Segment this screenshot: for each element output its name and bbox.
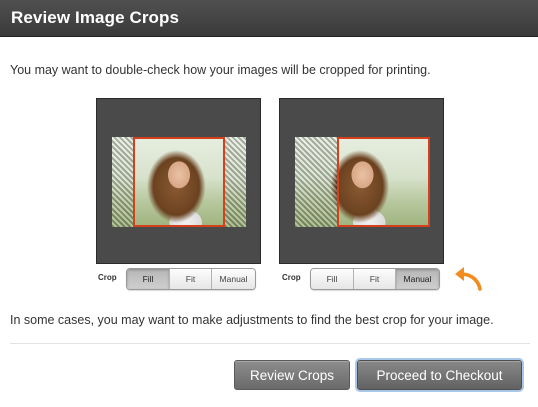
crop-label: Crop (282, 273, 301, 282)
cropped-area-left (112, 137, 133, 227)
proceed-to-checkout-button[interactable]: Proceed to Checkout (357, 360, 522, 390)
crop-preview-fill (96, 98, 261, 264)
crop-option-fill[interactable]: Fill (127, 269, 170, 289)
crop-frame[interactable] (133, 137, 225, 227)
crop-frame[interactable] (337, 137, 430, 227)
crop-option-manual[interactable]: Manual (396, 269, 439, 289)
photo-preview (112, 137, 246, 227)
cropped-area-left (295, 137, 337, 227)
cropped-area-right (225, 137, 246, 227)
divider (10, 343, 530, 344)
crop-mode-selector: Fill Fit Manual (126, 268, 256, 290)
crop-mode-selector: Fill Fit Manual (310, 268, 440, 290)
crop-option-fill[interactable]: Fill (311, 269, 354, 289)
crop-preview-manual (279, 98, 444, 264)
adjustment-note: In some cases, you may want to make adju… (10, 313, 494, 327)
dialog-title: Review Image Crops (11, 8, 180, 27)
dialog-titlebar: Review Image Crops (0, 0, 538, 37)
crop-label: Crop (98, 273, 117, 282)
photo-preview (295, 137, 430, 227)
crop-option-manual[interactable]: Manual (212, 269, 255, 289)
crop-option-fit[interactable]: Fit (170, 269, 212, 289)
intro-text: You may want to double-check how your im… (10, 63, 431, 77)
review-crops-button[interactable]: Review Crops (234, 360, 350, 390)
crop-option-fit[interactable]: Fit (354, 269, 396, 289)
curved-arrow-icon (455, 267, 482, 291)
